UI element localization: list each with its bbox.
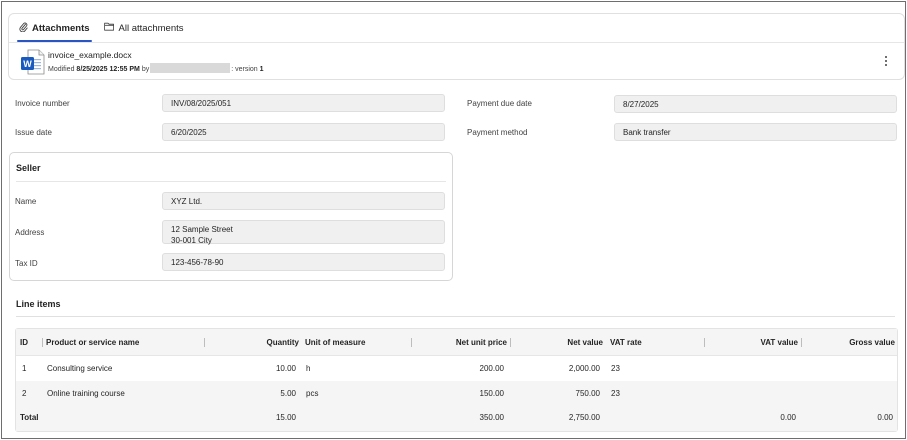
col-header-vat-value[interactable]: VAT value [706,329,799,355]
version-number: 1 [259,66,264,73]
seller-address-label: Address [15,228,45,237]
tab-attachments-label: Attachments [32,22,90,34]
paperclip-icon [19,22,32,35]
modified-prefix: Modified [48,66,75,73]
redacted-author [150,63,231,73]
tab-attachments[interactable]: Attachments [17,14,92,42]
payment-due-date-field[interactable]: 8/27/2025 [614,95,897,113]
table-total-row: Total 15.00 350.00 2,750.00 0.00 0.00 [16,403,897,431]
seller-address-field[interactable]: 12 Sample Street 30-001 City [162,220,445,245]
col-header-quantity[interactable]: Quantity [206,329,299,355]
total-net-value: 2,750.00 [568,412,600,422]
total-net-unit-price: 350.00 [479,412,504,422]
word-document-icon: W [19,49,45,75]
issue-date-label: Issue date [15,128,52,137]
modified-date: 8/25/2025 12:55 PM [76,66,140,73]
cell-net-unit-price: 200.00 [479,364,504,373]
payment-method-label: Payment method [467,128,528,137]
file-name[interactable]: invoice_example.docx [48,50,132,60]
column-resizer[interactable] [411,338,412,347]
line-items-table: ID Product or service name Quantity Unit… [15,328,898,432]
payment-due-date-label: Payment due date [467,99,532,108]
line-items-divider [16,316,895,317]
version-label: version [235,66,258,73]
seller-divider [16,181,446,182]
file-meta: Modified 8/25/2025 12:55 PM by: version … [48,63,264,73]
tab-all-attachments-label: All attachments [118,22,184,34]
by-label: by [141,66,150,73]
attachment-file-row[interactable]: W invoice_example.docx Modified 8/25/202… [19,48,896,75]
col-header-gross-value[interactable]: Gross value [803,329,895,355]
tax-id-label: Tax ID [15,259,38,268]
column-resizer[interactable] [801,338,802,347]
cell-vat-rate: 23 [611,364,620,373]
svg-text:W: W [23,59,32,69]
cell-quantity: 10.00 [275,364,296,373]
line-items-title: Line items [16,299,61,309]
invoice-form-window: Attachments All attachments W invoice_ex… [1,1,906,439]
attachment-tabs: Attachments All attachments [17,14,196,42]
total-label: Total [20,412,39,422]
col-header-net-unit-price[interactable]: Net unit price [414,329,507,355]
invoice-number-field[interactable]: INV/08/2025/051 [162,94,445,112]
cell-id: 1 [22,364,27,373]
column-resizer[interactable] [204,338,205,347]
tax-id-field[interactable]: 123-456-78-90 [162,253,445,271]
tab-all-attachments[interactable]: All attachments [102,14,186,42]
cell-net-value: 2,000.00 [568,364,600,373]
col-header-unit[interactable]: Unit of measure [305,329,365,355]
seller-title: Seller [16,163,41,173]
attachments-card: Attachments All attachments W invoice_ex… [8,13,905,80]
seller-section: Seller Name XYZ Ltd. Address 12 Sample S… [9,152,453,281]
total-gross-value: 0.00 [877,412,893,422]
issue-date-field[interactable]: 6/20/2025 [162,123,445,141]
table-header-row: ID Product or service name Quantity Unit… [16,329,897,356]
seller-name-field[interactable]: XYZ Ltd. [162,192,445,210]
more-options-icon[interactable] [880,54,892,68]
column-resizer[interactable] [42,338,43,347]
tabs-divider [9,42,904,43]
column-resizer[interactable] [510,338,511,347]
table-row[interactable]: 1 Consulting service 10.00 h 200.00 2,00… [16,356,897,381]
col-header-net-value[interactable]: Net value [512,329,603,355]
payment-method-field[interactable]: Bank transfer [614,123,897,141]
col-header-vat-rate[interactable]: VAT rate [610,329,642,355]
total-vat-value: 0.00 [780,412,796,422]
column-resizer[interactable] [704,338,705,347]
cell-unit: h [306,364,311,373]
col-header-id[interactable]: ID [20,329,28,355]
folder-icon [103,22,119,34]
cell-name: Consulting service [47,364,113,373]
address-line-1: 12 Sample Street [171,225,233,234]
address-line-2: 30-001 City [171,236,212,245]
col-header-name[interactable]: Product or service name [46,329,139,355]
total-quantity: 15.00 [275,412,296,422]
invoice-number-label: Invoice number [15,99,70,108]
seller-name-label: Name [15,197,37,206]
